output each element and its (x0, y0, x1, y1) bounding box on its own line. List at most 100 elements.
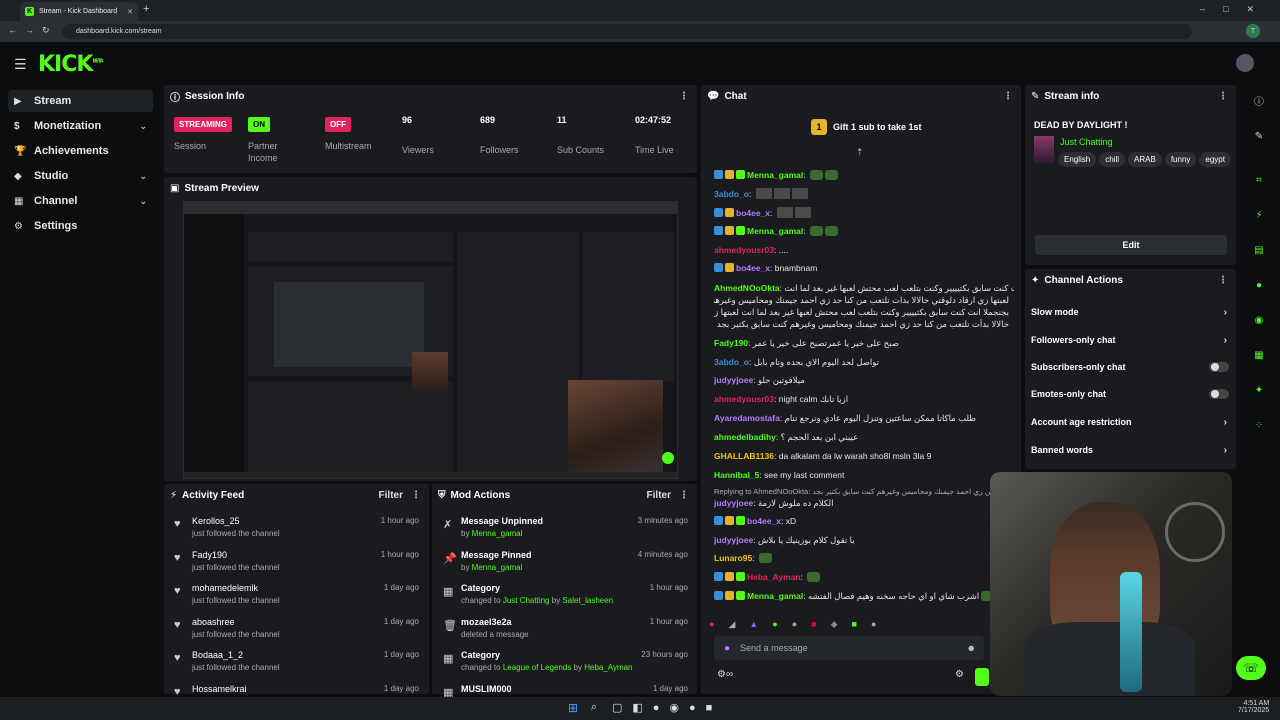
mic-icon[interactable]: ● (724, 643, 730, 654)
chat-username[interactable]: AhmedNOoOkta (714, 283, 780, 293)
chat-input[interactable]: ● Send a message ☻ (714, 636, 984, 660)
activity-item[interactable]: ♥ aboashree just followed the channel 1 day… (174, 617, 419, 650)
sidebar-item-achievements[interactable]: 🏆 Achievements (8, 140, 153, 162)
sidebar-item-studio[interactable]: ◆ Studio ⌄ (8, 165, 153, 187)
chat-message[interactable]: bo4ee_x: xD (714, 516, 1014, 526)
mod-action-item[interactable]: ✗ Message Unpinned by Menna_gamal 3 minutes… (443, 516, 688, 549)
emote-bar[interactable]: ● ◢ ▲ ● ● ■ ◆ ■ ● (709, 619, 979, 637)
mod-action-item[interactable]: ▦ Category changed to Just Chatting by Sal… (443, 583, 688, 616)
activity-item[interactable]: ♥ Fady190 just followed the channel 1 hour … (174, 550, 419, 583)
chat-username[interactable]: Lunaro95 (714, 553, 752, 563)
sidebar-item-stream[interactable]: ▶ Stream (8, 90, 153, 112)
mod-detail-user[interactable]: Menna_gamal (472, 563, 523, 572)
chat-message[interactable]: 3abdo_o: (714, 188, 1014, 199)
channel-action-emotes-only-chat[interactable]: Emotes-only chat (1031, 384, 1231, 404)
nav-buttons-icon[interactable]: ←→↻ (8, 25, 58, 36)
activity-item[interactable]: ♥ Bodaaa_1_2 just followed the channel 1 da… (174, 650, 419, 683)
chevron-down-icon[interactable]: ⌄ (139, 171, 147, 182)
sidebar-item-settings[interactable]: ⚙ Settings (8, 215, 153, 237)
mod-action-item[interactable]: ▦ Category changed to League of Legends by… (443, 650, 688, 683)
mod-detail-user[interactable]: Menna_gamal (472, 529, 523, 538)
stream-tag[interactable]: ARAB (1128, 152, 1162, 167)
mod-action-item[interactable]: 📌 Message Pinned by Menna_gamal 4 minutes a… (443, 550, 688, 583)
user-avatar[interactable] (1236, 54, 1254, 72)
chat-message[interactable]: bo4ee_x: (714, 207, 1014, 218)
chat-message[interactable]: 3abdo_o: تواصل لحد اليوم الاي بحده وتام … (714, 357, 1014, 368)
more-options-icon[interactable]: ⋮ (679, 490, 689, 501)
toggle-switch[interactable] (1209, 362, 1229, 372)
chat-message[interactable]: AhmedNOoOkta: قملا انت كنت سابق بكتيييير… (714, 283, 1014, 294)
channel-action-banned-words[interactable]: Banned words › (1031, 440, 1231, 460)
chevron-right-icon[interactable]: › (1224, 417, 1227, 428)
chat-message[interactable]: ahmedelbadihy: عيبني ابن بعد الحجم ؟ (714, 432, 1014, 443)
activity-filter-button[interactable]: Filter (379, 490, 403, 501)
channel-action-account-age-restriction[interactable]: Account age restriction › (1031, 412, 1231, 432)
chat-username[interactable]: judyyjoee (714, 535, 753, 545)
chat-message[interactable]: GHALLAB1136: da alkalam da lw warah sho8… (714, 451, 1014, 461)
chat-settings-icon[interactable]: ⚙∞ (717, 669, 733, 680)
sidebar-item-monetization[interactable]: $ Monetization ⌄ (8, 115, 153, 137)
scan-icon[interactable]: ⌗ (1250, 171, 1268, 189)
taskbar-apps-icon[interactable]: ▢◧●◉●■ (612, 701, 722, 714)
chat-username[interactable]: bo4ee_x (736, 208, 770, 218)
chat-message[interactable]: ahmedyousr03: night calm ازيا تانك (714, 394, 1014, 405)
chat-username[interactable]: Hannibal_5 (714, 470, 759, 480)
stream-tag[interactable]: egypt (1199, 152, 1231, 167)
edit-stream-info-button[interactable]: Edit (1035, 235, 1227, 255)
window-controls[interactable]: –□✕ (1200, 4, 1272, 15)
chat-username[interactable]: Menna_gamal (747, 591, 803, 601)
collapse-icon[interactable]: ⇡ (856, 147, 864, 158)
chat-message[interactable]: Menna_gamal: اشرب شاي او اي حاجه سخنه وه… (714, 591, 1014, 602)
activity-item[interactable]: ♥ Kerollos_25 just followed the channel 1 h… (174, 516, 419, 549)
search-icon[interactable]: ⌕ (591, 701, 597, 714)
chevron-right-icon[interactable]: › (1224, 335, 1227, 346)
chat-message[interactable]: Ayaredamostafa: طلب ماكاتا ممكن ساعتين و… (714, 413, 1014, 424)
chat-message[interactable]: خالالا بدأت تلتعب من كنا حد زي احمد جيمن… (714, 319, 1009, 330)
layers-icon[interactable]: ▦ (1250, 346, 1268, 364)
category-name[interactable]: Just Chatting (1060, 137, 1113, 147)
chat-username[interactable]: ahmedyousr03 (714, 394, 774, 404)
channel-action-subscribers-only-chat[interactable]: Subscribers-only chat (1031, 357, 1231, 377)
chevron-right-icon[interactable]: › (1224, 445, 1227, 456)
mod-detail-user2[interactable]: Heba_Ayman (584, 663, 632, 672)
bolt-icon[interactable]: ⚡ (1250, 206, 1268, 224)
menu-icon[interactable]: ☰ (14, 56, 27, 73)
chevron-right-icon[interactable]: › (1224, 307, 1227, 318)
chat-message[interactable]: Menna_gamal: (714, 170, 1014, 180)
address-bar[interactable]: dashboard.kick.com/stream (62, 24, 1192, 39)
chat-message[interactable]: لعبتها زي ارقاد دلوقتي خالالا بدات تلتعب… (714, 295, 1009, 306)
chat-support-icon[interactable]: ☏ (1236, 656, 1266, 680)
chat-username[interactable]: judyyjoee (714, 498, 753, 508)
channel-action-slow-mode[interactable]: Slow mode › (1031, 302, 1231, 322)
chat-message[interactable]: Lunaro95: (714, 553, 1014, 563)
windows-start-icon[interactable]: ⊞ (568, 701, 578, 715)
activity-item[interactable]: ♥ mohamedelemlk just followed the channel 1… (174, 583, 419, 616)
more-options-icon[interactable]: ⋮ (1218, 91, 1228, 102)
chat-username[interactable]: ahmedelbadihy (714, 432, 776, 442)
chat-username[interactable]: bo4ee_x (736, 263, 770, 273)
chat-username[interactable]: bo4ee_x (747, 516, 781, 526)
gear-icon[interactable]: ⚙ (955, 669, 964, 680)
chat-message[interactable]: Fady190: صبح على خير يا عمرتصبح على خير … (714, 338, 1014, 349)
chevron-down-icon[interactable]: ⌄ (139, 121, 147, 132)
apps-icon[interactable]: ⁘ (1250, 416, 1268, 434)
chat-username[interactable]: 3abdo_o (714, 189, 749, 199)
more-options-icon[interactable]: ⋮ (679, 91, 689, 102)
sidebar-item-channel[interactable]: ▦ Channel ⌄ (8, 190, 153, 212)
channel-action-followers-only-chat[interactable]: Followers-only chat › (1031, 330, 1231, 350)
chat-message[interactable]: bo4ee_x: bnambnam (714, 263, 1014, 273)
chat-message[interactable]: Menna_gamal: (714, 226, 1014, 236)
chat-icon[interactable]: ● (1250, 276, 1268, 294)
more-options-icon[interactable]: ⋮ (1218, 275, 1228, 286)
info-icon[interactable]: ⓘ (1250, 91, 1268, 109)
chat-username[interactable]: Ayaredamostafa (714, 413, 780, 423)
kick-logo[interactable]: KICKBETA (38, 52, 104, 77)
chat-message[interactable]: judyyjoee: الكلام ده ملوش لازمة (714, 498, 1014, 509)
mod-detail-user[interactable]: Just Chatting (503, 596, 550, 605)
chat-message[interactable]: ahmedyousr03: .... (714, 245, 1014, 255)
chat-username[interactable]: GHALLAB1136 (714, 451, 774, 461)
note-icon[interactable]: ▤ (1250, 241, 1268, 259)
profile-avatar[interactable]: T (1246, 24, 1260, 38)
edit-icon[interactable]: ✎ (1250, 127, 1268, 145)
chat-username[interactable]: Heba_Ayman (747, 572, 801, 582)
